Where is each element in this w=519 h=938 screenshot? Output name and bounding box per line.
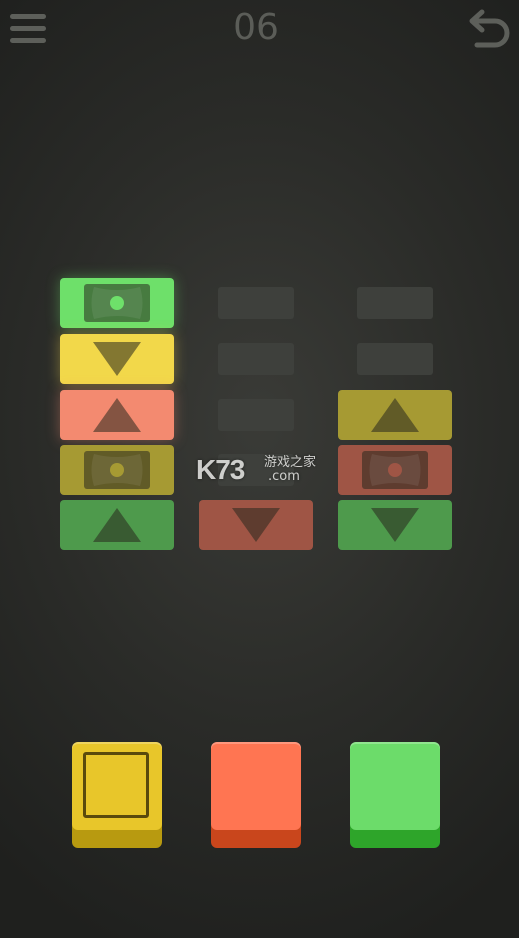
arrow-down-icon bbox=[232, 508, 280, 542]
green-arrow-down-tile[interactable] bbox=[338, 500, 452, 550]
empty-slot[interactable] bbox=[218, 343, 294, 375]
arrow-up-icon bbox=[371, 398, 419, 432]
green-color-button[interactable] bbox=[350, 742, 440, 848]
button-face bbox=[350, 742, 440, 830]
arrow-down-icon bbox=[371, 508, 419, 542]
dot-icon bbox=[84, 451, 150, 489]
red-arrow-up-tile[interactable] bbox=[60, 390, 174, 440]
red-color-button[interactable] bbox=[211, 742, 301, 848]
empty-slot[interactable] bbox=[218, 399, 294, 431]
empty-slot[interactable] bbox=[218, 287, 294, 319]
arrow-up-icon bbox=[93, 508, 141, 542]
empty-slot[interactable] bbox=[357, 287, 433, 319]
yellow-arrow-down-tile[interactable] bbox=[60, 334, 174, 384]
dot-icon bbox=[84, 284, 150, 322]
yellow-color-button[interactable] bbox=[72, 742, 162, 848]
yellow-arrow-up-tile[interactable] bbox=[338, 390, 452, 440]
empty-slot[interactable] bbox=[357, 343, 433, 375]
watermark: K73 游戏之家 .com bbox=[196, 453, 326, 489]
button-face bbox=[72, 742, 162, 830]
dot-icon bbox=[362, 451, 428, 489]
button-face bbox=[211, 742, 301, 830]
arrow-up-icon bbox=[93, 398, 141, 432]
green-arrow-up-tile[interactable] bbox=[60, 500, 174, 550]
arrow-down-icon bbox=[93, 342, 141, 376]
yellow-dot-tile[interactable] bbox=[60, 445, 174, 495]
green-dot-tile[interactable] bbox=[60, 278, 174, 328]
red-dot-tile[interactable] bbox=[338, 445, 452, 495]
watermark-brand: K73 bbox=[196, 454, 245, 485]
selected-frame-icon bbox=[83, 752, 149, 818]
watermark-domain: .com bbox=[268, 469, 300, 484]
red-arrow-down-tile[interactable] bbox=[199, 500, 313, 550]
